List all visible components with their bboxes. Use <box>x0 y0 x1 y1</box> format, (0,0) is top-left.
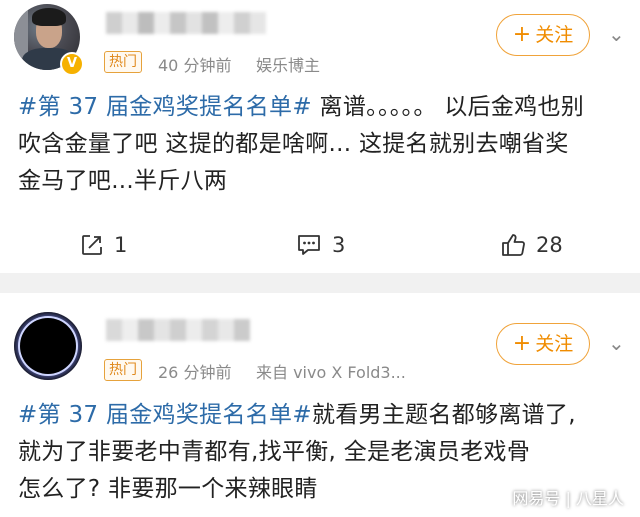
follow-button[interactable]: + 关注 <box>496 323 590 365</box>
topic-link[interactable]: #第 37 届金鸡奖提名名单# <box>18 402 312 428</box>
content-line-1: 就看男主题名都够离谱了, <box>311 402 576 428</box>
plus-icon: + <box>512 331 532 356</box>
username-blurred[interactable] <box>106 12 266 34</box>
avatar-hair <box>32 8 66 26</box>
content-line-2: 就为了非要老中青都有,找平衡, 全是老演员老戏骨 <box>18 439 531 465</box>
username-blurred[interactable] <box>106 319 250 341</box>
post-time: 26 分钟前 <box>158 363 232 382</box>
hot-tag: 热门 <box>104 51 142 73</box>
weibo-post-2: 热门 26 分钟前 来自 vivo X Fold3... + 关注 ⌄ #第 37… <box>0 293 640 517</box>
like-count: 28 <box>536 233 563 257</box>
watermark: 网易号 | 八星人 <box>512 489 624 508</box>
avatar-eclipse-image <box>20 318 76 374</box>
repost-button[interactable]: 1 <box>80 225 127 265</box>
comment-button[interactable]: 3 <box>296 225 345 265</box>
content-line-2: 吹含金量了吧 这提的都是啥啊... 这提名就别去嘲省奖 <box>18 131 569 157</box>
like-button[interactable]: 28 <box>500 225 563 265</box>
follow-button[interactable]: + 关注 <box>496 14 590 56</box>
post-source: 娱乐博主 <box>256 56 321 75</box>
comment-icon <box>298 235 320 255</box>
post-source: 来自 vivo X Fold3... <box>256 363 406 382</box>
verified-badge-icon: V <box>60 52 84 76</box>
follow-label: 关注 <box>535 24 574 46</box>
repost-count: 1 <box>114 233 128 257</box>
plus-icon: + <box>512 22 532 47</box>
topic-link[interactable]: #第 37 届金鸡奖提名名单# <box>18 94 312 120</box>
action-bar: 1 3 28 <box>0 225 640 265</box>
comment-count: 3 <box>332 233 346 257</box>
chevron-down-icon[interactable]: ⌄ <box>608 22 625 46</box>
weibo-post-1: V 热门 40 分钟前 娱乐博主 + 关注 ⌄ #第 37 届金鸡奖提名名单# 离… <box>0 0 640 273</box>
hot-tag: 热门 <box>104 359 142 381</box>
content-line-3: 怎么了? 非要那一个来辣眼睛 <box>18 476 318 502</box>
content-line-3: 金马了吧...半斤八两 <box>18 168 228 194</box>
post-time: 40 分钟前 <box>158 56 232 75</box>
post-content: #第 37 届金鸡奖提名名单# 离谱。。。。。 以后金鸡也别 吹含金量了吧 这提… <box>18 89 630 200</box>
content-line-1: 离谱。。。。。 以后金鸡也别 <box>311 94 585 120</box>
avatar[interactable] <box>14 312 82 380</box>
chevron-down-icon[interactable]: ⌄ <box>608 331 625 355</box>
repost-icon <box>82 235 102 255</box>
thumbs-up-icon <box>502 234 525 256</box>
follow-label: 关注 <box>535 333 574 355</box>
